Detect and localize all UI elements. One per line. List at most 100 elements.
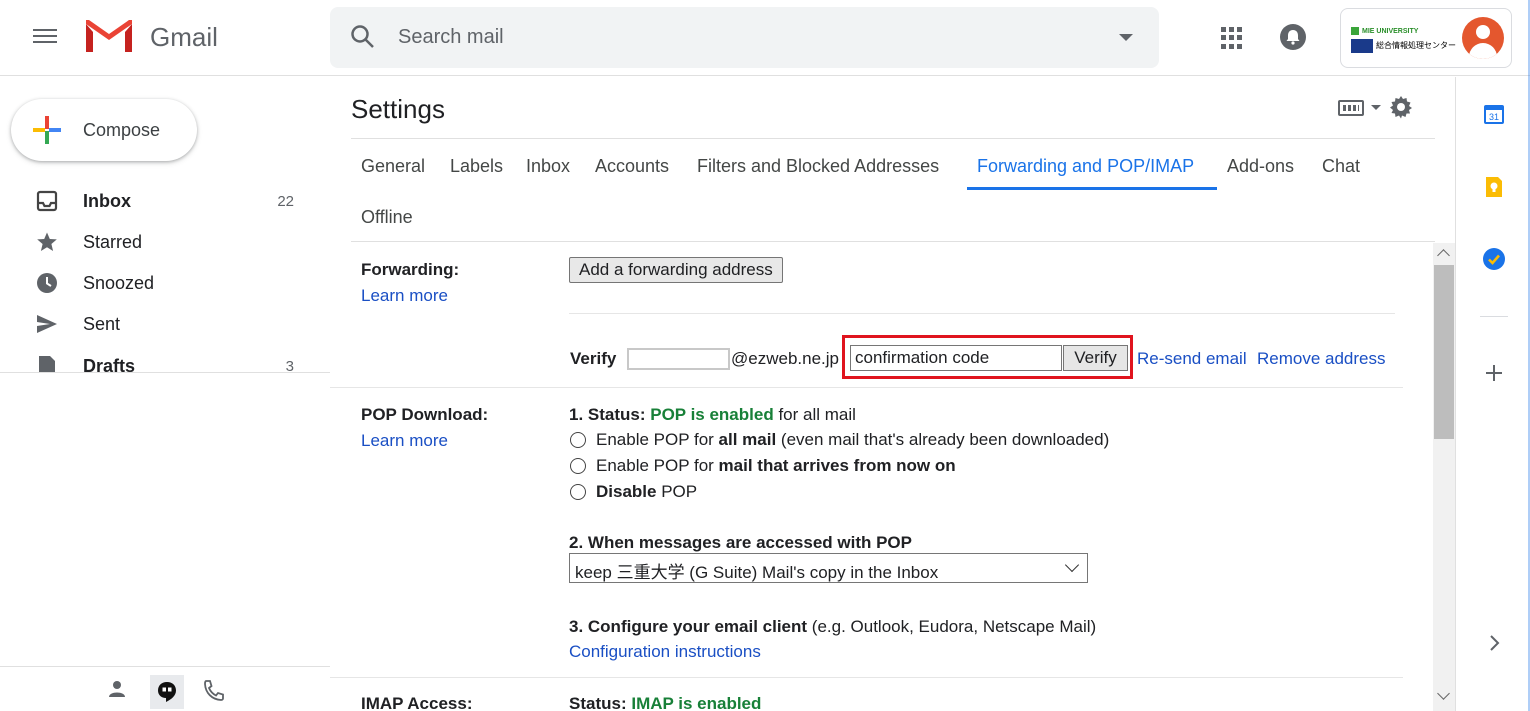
pop-step3-line: 3. Configure your email client (e.g. Out… — [569, 617, 1097, 636]
sidebar-item-snoozed[interactable]: Snoozed — [0, 266, 330, 300]
scrollbar-thumb[interactable] — [1434, 265, 1454, 439]
search-input[interactable] — [398, 23, 1078, 51]
pop-status-value: POP is enabled — [650, 405, 774, 424]
left-sidebar: Compose Inbox 22 Starred Snoozed Sent Dr… — [0, 77, 330, 711]
add-addon-icon[interactable] — [1482, 361, 1506, 385]
calendar-day-label: 31 — [1489, 112, 1499, 122]
sidebar-item-drafts[interactable]: Drafts 3 — [0, 349, 330, 372]
forwarding-email-domain: @ezweb.ne.jp — [731, 349, 839, 368]
input-tools-dropdown-icon[interactable] — [1371, 105, 1381, 110]
tasks-icon[interactable] — [1482, 247, 1506, 271]
pop-learn-more-link[interactable]: Learn more — [361, 431, 448, 451]
active-tab-indicator — [967, 187, 1217, 190]
section-divider — [330, 387, 1403, 388]
tab-add-ons[interactable]: Add-ons — [1227, 156, 1294, 177]
tab-inbox[interactable]: Inbox — [526, 156, 570, 177]
page-title: Settings — [351, 94, 445, 124]
search-options-icon[interactable] — [1119, 34, 1133, 41]
input-tools-keyboard-icon[interactable] — [1338, 100, 1364, 116]
verify-button[interactable]: Verify — [1063, 345, 1128, 371]
main-menu-icon[interactable] — [33, 25, 61, 49]
pop-all-mail-label[interactable]: Enable POP for all mail (even mail that'… — [596, 430, 1109, 450]
draft-count: 3 — [285, 358, 294, 372]
configuration-instructions-link[interactable]: Configuration instructions — [569, 642, 761, 662]
sidebar-item-starred[interactable]: Starred — [0, 225, 330, 259]
tab-chat[interactable]: Chat — [1322, 156, 1360, 177]
imap-access-title: IMAP Access: — [361, 694, 473, 711]
pop-download-title: POP Download: — [361, 405, 489, 424]
add-forwarding-address-button[interactable]: Add a forwarding address — [569, 257, 783, 283]
google-apps-icon[interactable] — [1221, 27, 1243, 49]
settings-tabs: General Labels Inbox Accounts Filters an… — [351, 139, 1435, 242]
hangouts-chat-icon[interactable] — [150, 675, 184, 709]
tab-filters-blocked[interactable]: Filters and Blocked Addresses — [697, 156, 939, 177]
tab-labels[interactable]: Labels — [450, 156, 503, 177]
send-icon — [37, 315, 57, 333]
top-header: Gmail MIE UNIVERSITY 総合情報処理センター — [0, 0, 1530, 76]
search-icon[interactable] — [350, 24, 376, 50]
tab-general[interactable]: General — [361, 156, 425, 177]
pop-action-select[interactable]: keep 三重大学 (G Suite) Mail's copy in the I… — [569, 553, 1088, 583]
remove-address-link[interactable]: Remove address — [1257, 349, 1386, 369]
scroll-down-icon[interactable] — [1437, 687, 1450, 700]
chevron-right-icon[interactable] — [1482, 631, 1506, 655]
clock-icon — [37, 273, 57, 293]
account-switcher[interactable]: MIE UNIVERSITY 総合情報処理センター — [1340, 8, 1512, 68]
contacts-person-icon[interactable] — [105, 675, 139, 709]
gmail-wordmark: Gmail — [150, 22, 218, 52]
settings-main: Settings General Labels Inbox Accounts F… — [330, 77, 1455, 711]
calendar-icon[interactable]: 31 — [1482, 102, 1506, 126]
forwarding-title: Forwarding: — [361, 260, 460, 279]
sidebar-item-inbox[interactable]: Inbox 22 — [0, 184, 330, 218]
pop-all-mail-radio[interactable] — [570, 432, 586, 448]
section-divider — [330, 677, 1403, 678]
tab-accounts[interactable]: Accounts — [595, 156, 669, 177]
sidebar-item-label: Starred — [83, 232, 143, 252]
compose-button[interactable]: Compose — [11, 99, 197, 161]
draft-icon — [39, 356, 55, 372]
sidebar-bottom-divider — [0, 666, 330, 667]
hangouts-bar — [105, 675, 235, 709]
notifications-icon[interactable] — [1280, 24, 1306, 50]
gear-icon[interactable] — [1389, 95, 1413, 119]
star-icon — [37, 232, 57, 251]
pop-disable-radio[interactable] — [570, 484, 586, 500]
phone-icon[interactable] — [197, 675, 231, 709]
sidebar-item-sent[interactable]: Sent — [0, 307, 330, 341]
chevron-down-icon — [1064, 557, 1080, 573]
side-panel-divider — [1480, 316, 1508, 317]
confirmation-code-input[interactable] — [850, 345, 1062, 371]
inbox-icon — [36, 190, 58, 212]
resend-email-link[interactable]: Re-send email — [1137, 349, 1247, 369]
pop-disable-label[interactable]: Disable POP — [596, 482, 697, 502]
settings-content: Forwarding: Learn more Add a forwarding … — [330, 243, 1433, 711]
imap-status-line: Status: IMAP is enabled — [569, 694, 762, 711]
tab-forwarding-pop-imap[interactable]: Forwarding and POP/IMAP — [977, 156, 1194, 177]
sidebar-item-label: Snoozed — [83, 273, 155, 293]
compose-plus-icon — [33, 116, 61, 144]
scroll-up-icon[interactable] — [1437, 249, 1450, 262]
forwarding-learn-more-link[interactable]: Learn more — [361, 286, 448, 306]
verify-label: Verify — [570, 349, 617, 368]
pop-from-now-label[interactable]: Enable POP for mail that arrives from no… — [596, 456, 956, 476]
gmail-logo-icon[interactable] — [84, 18, 134, 56]
sidebar-divider — [0, 372, 330, 373]
pop-status-line: 1. Status: POP is enabled for all mail — [569, 405, 856, 424]
forwarding-divider — [569, 313, 1395, 314]
sidebar-item-label: Drafts — [83, 356, 136, 372]
tabs-divider — [351, 241, 1435, 242]
tab-offline[interactable]: Offline — [361, 207, 413, 228]
pop-from-now-radio[interactable] — [570, 458, 586, 474]
imap-status-value: IMAP is enabled — [631, 694, 762, 711]
pop-step2-title: 2. When messages are accessed with POP — [569, 533, 912, 552]
pop-action-selected-value: keep 三重大学 (G Suite) Mail's copy in the I… — [575, 563, 939, 582]
organization-logo: MIE UNIVERSITY 総合情報処理センター — [1351, 27, 1459, 59]
avatar[interactable] — [1462, 17, 1504, 59]
side-panel: 31 — [1455, 77, 1530, 711]
keep-icon[interactable] — [1482, 175, 1506, 199]
sidebar-item-label: Inbox — [83, 191, 131, 211]
search-bar[interactable] — [330, 7, 1159, 68]
unread-count: 22 — [277, 193, 294, 210]
masked-email-box — [627, 348, 730, 370]
content-scrollbar[interactable] — [1433, 243, 1455, 711]
